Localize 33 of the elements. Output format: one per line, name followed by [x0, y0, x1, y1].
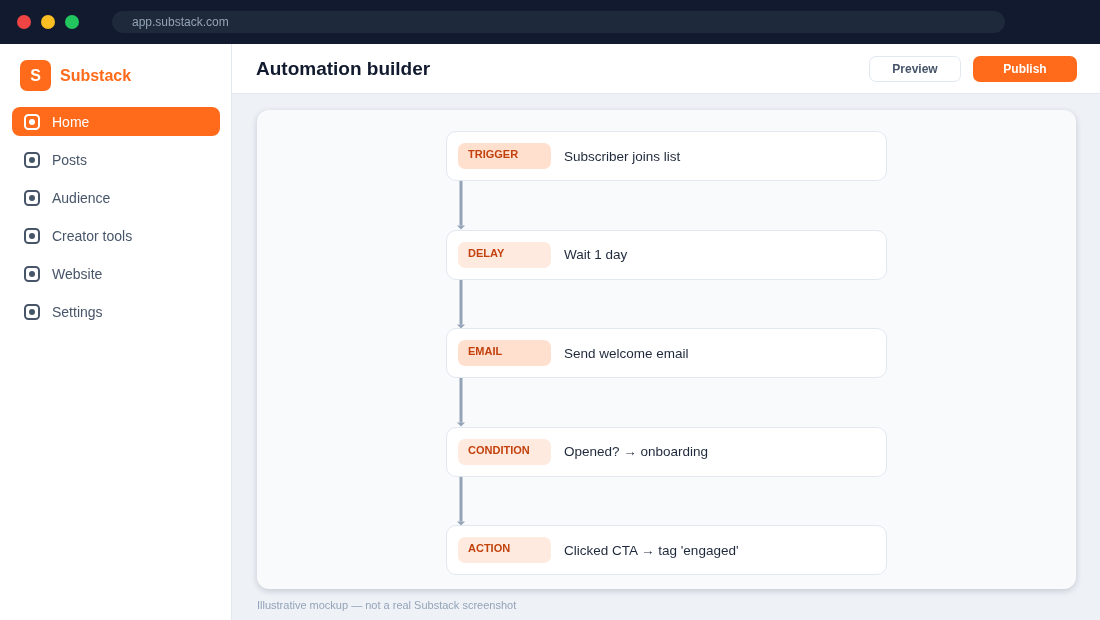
- nav-item[interactable]: Audience: [12, 183, 220, 212]
- step-type-tag: TRIGGER: [458, 143, 551, 169]
- step-description: Subscriber joins list: [564, 148, 681, 164]
- nav-item[interactable]: Settings: [12, 297, 220, 326]
- flow-step-node[interactable]: DELAY Wait 1 day: [446, 229, 887, 280]
- connector-arrow: [457, 279, 465, 328]
- step-type-tag: CONDITION: [458, 438, 551, 465]
- close-window-dot-icon[interactable]: [17, 15, 31, 29]
- page-title: Automation builder: [256, 57, 431, 80]
- flow-step-node[interactable]: TRIGGER Subscriber joins list: [446, 131, 887, 181]
- nav-item[interactable]: Website: [12, 259, 220, 288]
- preview-button[interactable]: Preview: [869, 55, 961, 82]
- flow-step-node[interactable]: EMAIL Send welcome email: [446, 328, 887, 378]
- nav-item[interactable]: Creator tools: [12, 221, 220, 250]
- step-type-tag: ACTION: [458, 537, 551, 563]
- connector-arrow: [457, 476, 465, 525]
- connector-arrow: [457, 378, 465, 427]
- connector-arrow: [457, 181, 465, 230]
- address-bar[interactable]: app.substack.com: [112, 11, 1005, 33]
- brand-name: Substack: [60, 66, 132, 85]
- logo-tile: S: [20, 60, 51, 91]
- minimize-window-dot-icon[interactable]: [41, 15, 55, 29]
- step-type-tag: EMAIL: [458, 340, 551, 366]
- flow-step-node[interactable]: CONDITION Opened? → onboarding: [446, 426, 887, 477]
- step-type-tag: DELAY: [458, 241, 551, 268]
- nav-item[interactable]: Posts: [12, 145, 220, 174]
- step-description: Opened? → onboarding: [564, 444, 709, 459]
- step-description: Clicked CTA → tag 'engaged': [564, 542, 739, 558]
- step-description: Send welcome email: [564, 345, 689, 361]
- flow-step-node[interactable]: ACTION Clicked CTA → tag 'engaged': [446, 525, 887, 575]
- maximize-window-dot-icon[interactable]: [65, 15, 79, 29]
- disclaimer-note: Illustrative mockup — not a real Substack screenshot: [257, 599, 518, 611]
- step-description: Wait 1 day: [564, 247, 628, 262]
